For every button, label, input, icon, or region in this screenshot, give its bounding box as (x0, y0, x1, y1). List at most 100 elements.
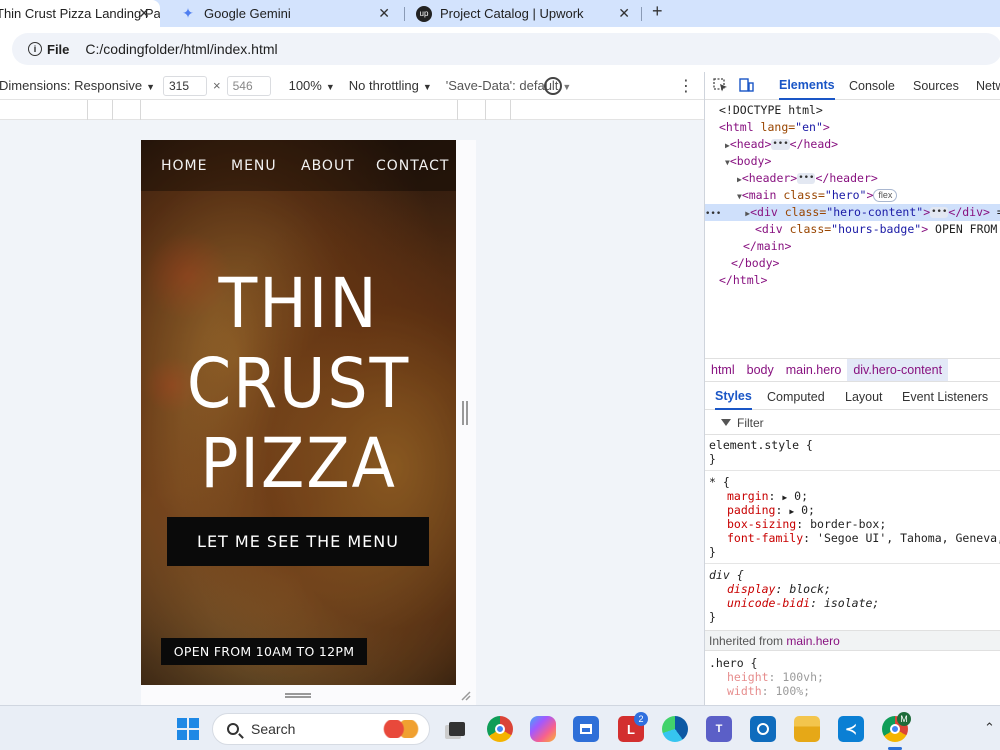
hero-title: THIN CRUST PIZZA (141, 264, 456, 504)
dom-node[interactable]: </body> (705, 255, 1000, 272)
address-bar[interactable]: i File C:/codingfolder/html/index.html (12, 33, 1000, 65)
breadcrumb-hero-content[interactable]: div.hero-content (847, 359, 949, 381)
dom-tree: <!DOCTYPE html> <html lang="en"> ▶<head>… (705, 102, 1000, 357)
node-text: OPEN FROM 10 (935, 222, 998, 236)
dom-node[interactable]: <html lang="en"> (705, 119, 1000, 136)
flex-badge[interactable]: flex (873, 189, 898, 202)
tab-event-listeners[interactable]: Event Listeners (902, 383, 988, 410)
tab-upwork[interactable]: up Project Catalog | Upwork ✕ (408, 0, 640, 27)
dimensions-dropdown[interactable]: Dimensions: Responsive ▼ (0, 78, 155, 93)
css-declaration[interactable]: height: 100vh; (727, 670, 824, 684)
dom-node-selected[interactable]: ••• ▶<div class="hero-content">•••</div> … (705, 204, 1000, 221)
tab-gemini[interactable]: ✦ Google Gemini ✕ (172, 0, 400, 27)
dom-node[interactable]: <!DOCTYPE html> (705, 102, 1000, 119)
device-toolbar: Dimensions: Responsive ▼ 315 × 546 100% ▼ … (0, 72, 704, 100)
rotate-icon[interactable] (544, 77, 562, 95)
taskbar-search[interactable]: Search (212, 713, 430, 745)
copilot-icon[interactable] (530, 716, 556, 742)
attr-value: "hero-content" (826, 205, 924, 219)
dom-node[interactable]: ▼<main class="hero"> flex (705, 187, 1000, 204)
site-nav: HOME MENU ABOUT CONTACT (141, 140, 456, 191)
nav-contact[interactable]: CONTACT (376, 158, 449, 174)
dom-node[interactable]: ▶<header>•••</header> (705, 170, 1000, 187)
gift-icon (383, 720, 419, 738)
dom-node[interactable]: </html> (705, 272, 1000, 289)
file-explorer-icon[interactable] (794, 716, 820, 742)
tab-console[interactable]: Console (849, 72, 895, 100)
collapsed-ellipsis[interactable]: ••• (930, 207, 949, 218)
filter-icon (721, 419, 731, 426)
teams-icon[interactable]: T (706, 716, 732, 742)
tag-text: <div (755, 222, 783, 236)
resize-corner-icon[interactable] (459, 689, 471, 701)
css-rule-selector[interactable]: element.style { (709, 438, 813, 452)
nav-about[interactable]: ABOUT (301, 158, 355, 174)
css-declaration[interactable]: width: 100%; (727, 684, 810, 698)
css-rule-selector[interactable]: * { (709, 475, 730, 489)
css-property: unicode-bidi (727, 596, 811, 610)
tab-styles[interactable]: Styles (715, 383, 752, 410)
throttling-dropdown[interactable]: No throttling ▼ (349, 78, 432, 93)
store-icon[interactable] (573, 716, 599, 742)
show-hidden-icons-chevron[interactable]: ⌃ (984, 720, 995, 736)
outlook-icon[interactable] (750, 716, 776, 742)
more-options-icon[interactable]: ⋮ (678, 76, 694, 96)
inherited-source[interactable]: main.hero (786, 634, 839, 648)
row-menu-icon[interactable]: ••• (705, 209, 721, 219)
url-text[interactable]: C:/codingfolder/html/index.html (85, 41, 277, 57)
windows-start-icon[interactable] (175, 716, 201, 742)
tag-text: </head> (789, 137, 839, 151)
tab-elements[interactable]: Elements (779, 72, 835, 100)
nav-home[interactable]: HOME (161, 158, 207, 174)
css-declaration[interactable]: box-sizing: border-box; (727, 517, 886, 531)
tag-text: <body> (729, 154, 772, 168)
device-toggle-icon[interactable] (739, 78, 754, 92)
tab-title: Google Gemini (204, 6, 291, 21)
menu-cta-button[interactable]: LET ME SEE THE MENU (167, 517, 429, 566)
dimensions-label: Dimensions: Responsive (0, 78, 143, 93)
tab-computed[interactable]: Computed (767, 383, 825, 410)
new-tab-button[interactable]: + (652, 1, 663, 22)
close-icon[interactable]: ✕ (618, 5, 630, 22)
chrome-icon[interactable] (487, 716, 513, 742)
tab-pizza-landing[interactable]: Thin Crust Pizza Landing Page ✕ (0, 0, 160, 27)
css-property: box-sizing (727, 517, 797, 531)
tab-network[interactable]: Netw (976, 72, 1000, 100)
edge-icon[interactable] (662, 716, 688, 742)
caret-down-icon: ▼ (146, 82, 155, 92)
width-input[interactable]: 315 (163, 75, 207, 96)
site-info-chip[interactable]: i File (22, 39, 75, 60)
collapsed-ellipsis[interactable]: ••• (797, 173, 816, 184)
close-icon[interactable]: ✕ (378, 5, 390, 22)
breadcrumb-html[interactable]: html (705, 359, 741, 381)
site-chip-label: File (47, 41, 70, 57)
tab-sources[interactable]: Sources (913, 72, 959, 100)
vscode-icon[interactable]: ≺ (838, 716, 864, 742)
inspect-element-icon[interactable] (713, 78, 728, 92)
resize-handle-bottom[interactable] (285, 693, 311, 698)
dom-node[interactable]: <div class="hours-badge"> OPEN FROM 10 (705, 221, 1000, 238)
gemini-icon: ✦ (182, 5, 194, 21)
doctype-text: <!DOCTYPE html> (719, 103, 823, 117)
css-property: font-family (727, 531, 804, 545)
zoom-dropdown[interactable]: 100% ▼ (289, 78, 335, 93)
collapsed-ellipsis[interactable]: ••• (771, 139, 790, 150)
css-rule-selector[interactable]: div { (709, 568, 744, 582)
breadcrumb-body[interactable]: body (741, 359, 780, 381)
tab-layout[interactable]: Layout (845, 383, 883, 410)
devtools-panel: Elements Console Sources Netw <!DOCTYPE … (704, 72, 1000, 705)
task-view-icon[interactable] (444, 716, 470, 742)
styles-filter[interactable]: Filter (705, 411, 1000, 435)
height-input[interactable]: 546 (226, 75, 271, 96)
dom-node[interactable]: </main> (705, 238, 1000, 255)
resize-handle-right[interactable] (462, 401, 468, 425)
dom-node[interactable]: ▶<head>•••</head> (705, 136, 1000, 153)
css-rule-selector[interactable]: .hero { (709, 656, 757, 670)
hero-title-line: THIN (218, 264, 379, 344)
css-declaration[interactable]: font-family: 'Segoe UI', Tahoma, Geneva,… (727, 531, 1000, 545)
dom-node[interactable]: ▼<body> (705, 153, 1000, 170)
close-icon[interactable]: ✕ (138, 5, 150, 22)
nav-menu[interactable]: MENU (231, 158, 277, 174)
filter-placeholder: Filter (737, 415, 764, 430)
breadcrumb-main-hero[interactable]: main.hero (780, 359, 848, 381)
